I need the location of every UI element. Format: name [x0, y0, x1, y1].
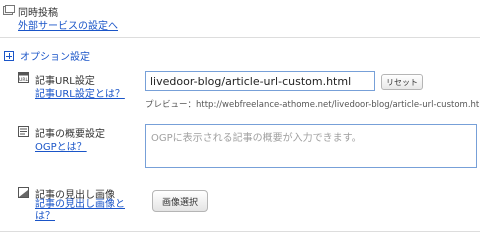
heading-image-help-link[interactable]: 記事の見出し画像とは？ [35, 199, 127, 223]
article-url-help-link[interactable]: 記事URL設定とは？ [35, 85, 125, 100]
url-icon: URL [18, 72, 29, 83]
summary-textarea[interactable] [145, 124, 477, 168]
option-settings-toggle[interactable]: オプション設定 [20, 48, 90, 63]
image-icon [18, 187, 29, 198]
external-service-settings-link[interactable]: 外部サービスの設定へ [18, 17, 118, 32]
sync-icon [3, 5, 15, 15]
divider [0, 37, 480, 38]
url-preview-text: プレビュー：http://webfreelance-athome.net/liv… [145, 100, 480, 110]
divider [0, 231, 480, 232]
reset-button[interactable]: リセット [381, 74, 423, 90]
summary-icon [18, 126, 29, 137]
select-image-button[interactable]: 画像選択 [152, 190, 208, 212]
article-url-input[interactable] [145, 71, 375, 91]
svg-text:URL: URL [19, 77, 28, 83]
ogp-help-link[interactable]: OGPとは？ [35, 138, 87, 153]
expand-plus-icon[interactable] [4, 51, 14, 61]
